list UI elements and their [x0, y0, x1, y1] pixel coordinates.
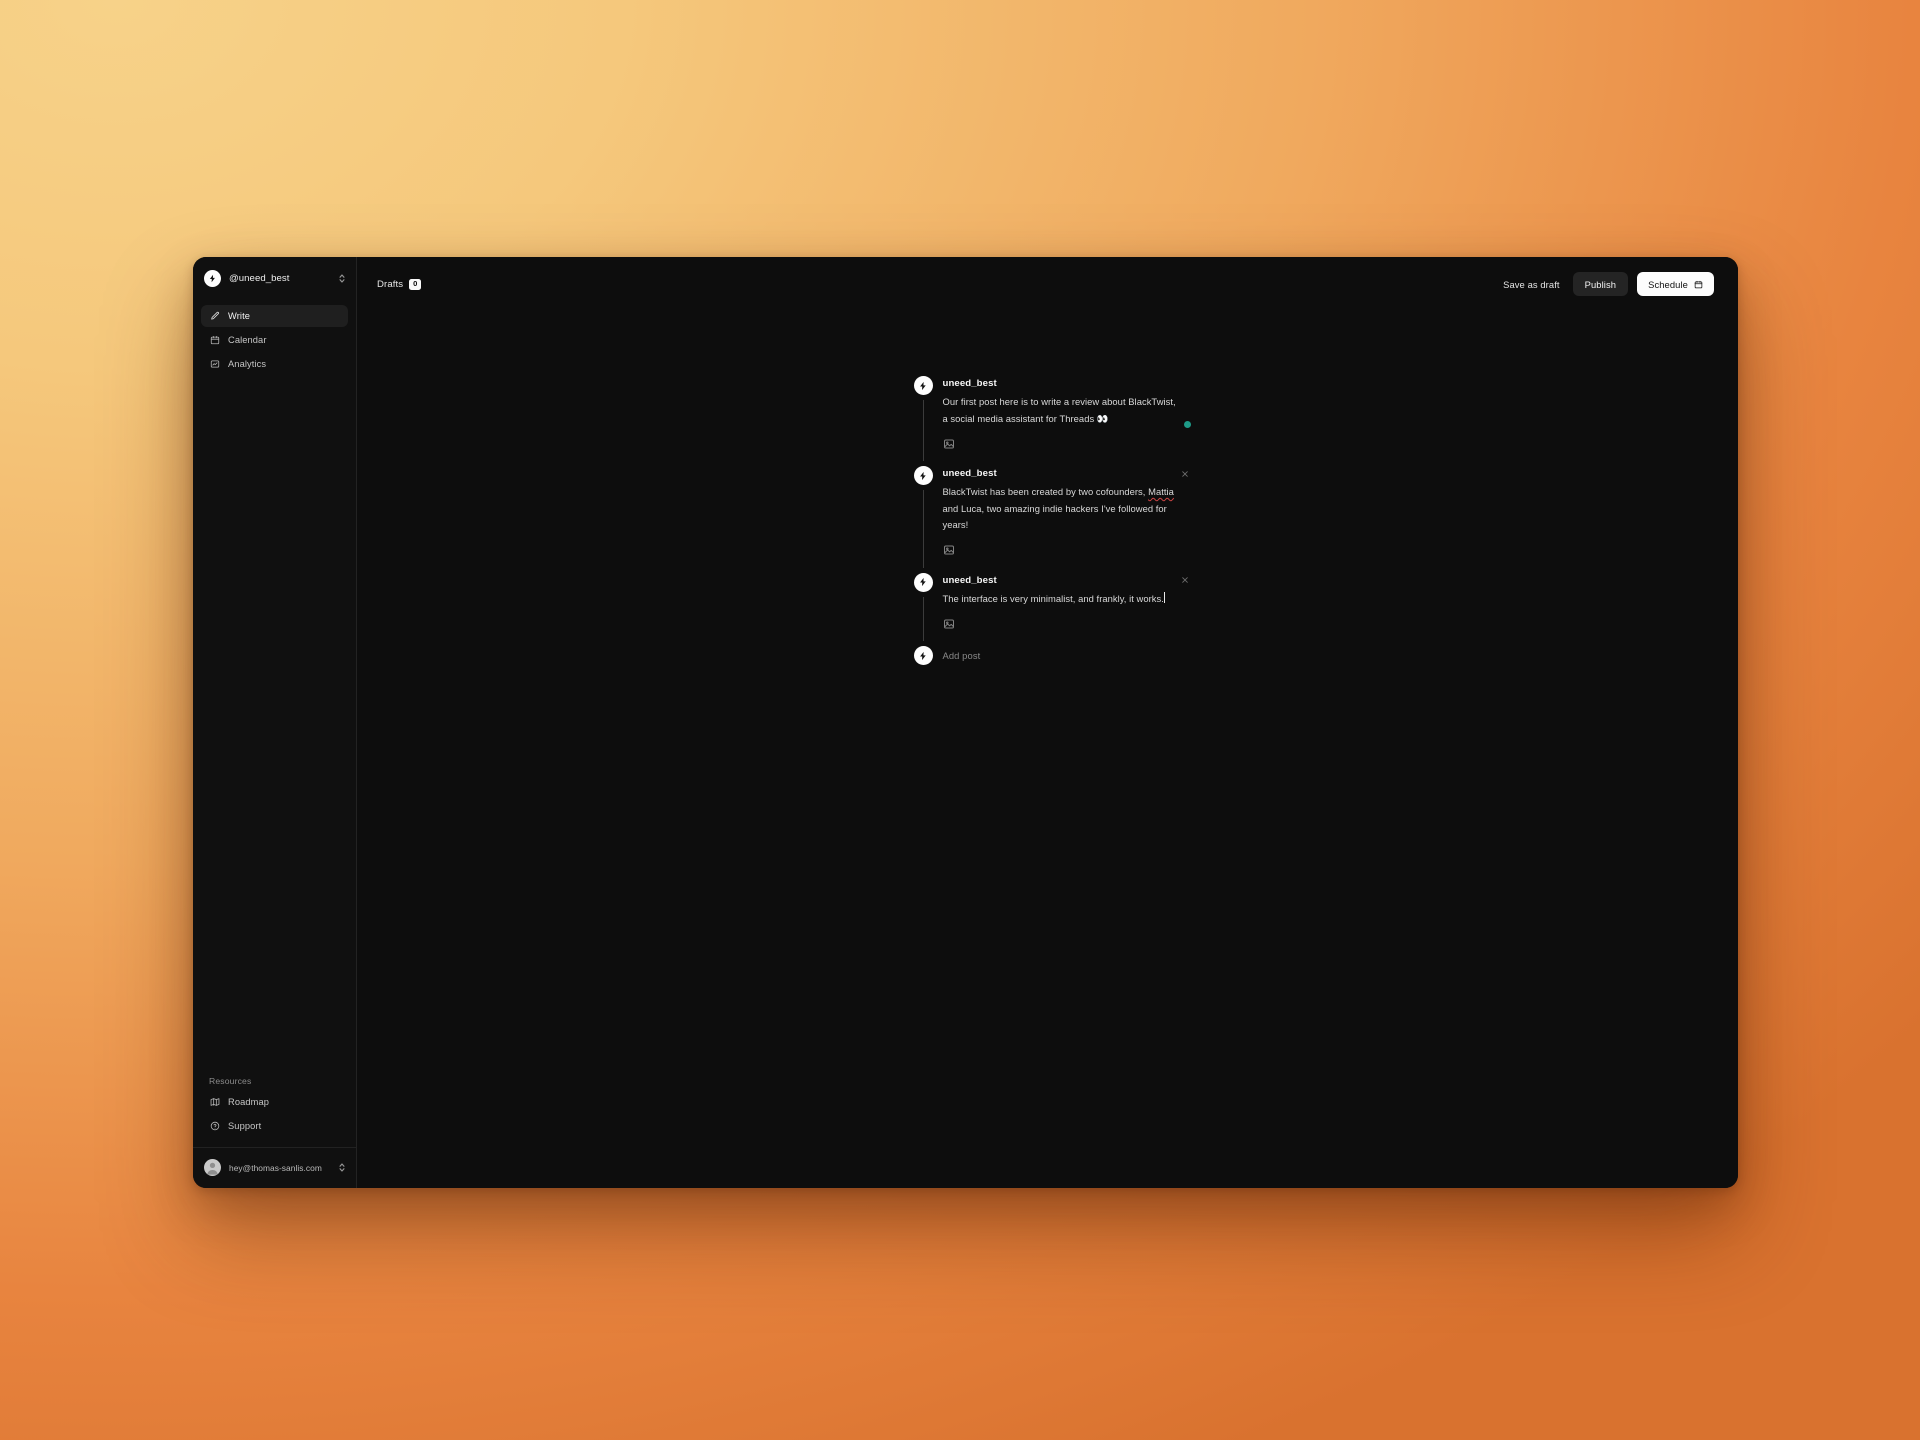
- sidebar-item-label: Roadmap: [228, 1097, 270, 1107]
- account-switcher[interactable]: @uneed_best: [193, 257, 356, 298]
- text-caret: [1164, 591, 1166, 603]
- post-author: uneed_best: [942, 574, 997, 586]
- post-text-editor[interactable]: Our first post here is to write a review…: [943, 394, 1182, 427]
- account-handle: @uneed_best: [229, 273, 290, 284]
- sidebar-item-label: Analytics: [228, 359, 267, 369]
- post-gutter: [913, 376, 933, 463]
- save-as-draft-button[interactable]: Save as draft: [1499, 273, 1564, 296]
- add-post-label: Add post: [942, 650, 981, 661]
- user-email: hey@thomas-sanlis.com: [229, 1162, 322, 1173]
- main-content: Drafts 0 Save as draft Publish Schedule: [357, 257, 1738, 1188]
- close-icon[interactable]: [1180, 468, 1191, 479]
- composer-scroll-area: uneed_best Our first post here is to wri…: [357, 311, 1738, 1188]
- post-toolbar: [943, 544, 1182, 557]
- drafts-count-badge: 0: [409, 278, 422, 290]
- post-text-editor[interactable]: The interface is very minimalist, and fr…: [943, 591, 1182, 608]
- post-author: uneed_best: [942, 378, 997, 389]
- image-icon[interactable]: [943, 544, 956, 557]
- thread-connector-line: [922, 596, 924, 641]
- resources-nav: Roadmap Support: [193, 1091, 356, 1147]
- map-icon: [209, 1097, 220, 1108]
- sidebar: @uneed_best Write Calendar Analytics Res…: [193, 257, 357, 1188]
- app-window: @uneed_best Write Calendar Analytics Res…: [193, 257, 1738, 1188]
- question-circle-icon: [209, 1121, 220, 1132]
- sidebar-item-analytics[interactable]: Analytics: [201, 353, 348, 375]
- calendar-icon: [209, 335, 220, 346]
- post-block: uneed_best Our first post here is to wri…: [913, 376, 1191, 466]
- misspelled-word: Mattia: [1148, 486, 1174, 497]
- sidebar-item-label: Support: [228, 1121, 262, 1131]
- sidebar-item-write[interactable]: Write: [201, 305, 348, 327]
- bolt-icon: [913, 646, 933, 665]
- post-text-editor[interactable]: BlackTwist has been created by two cofou…: [943, 484, 1182, 534]
- post-block: uneed_best The interface is very minimal…: [913, 572, 1188, 647]
- sidebar-item-label: Write: [228, 311, 251, 321]
- post-gutter: [913, 572, 933, 644]
- status-dot: [1183, 421, 1191, 428]
- primary-nav: Write Calendar Analytics: [193, 298, 356, 375]
- bolt-icon: [913, 572, 933, 592]
- drafts-label: Drafts: [377, 278, 404, 290]
- thread-composer: uneed_best Our first post here is to wri…: [913, 376, 1191, 665]
- post-body: uneed_best BlackTwist has been created b…: [942, 466, 1188, 570]
- close-icon[interactable]: [1180, 575, 1191, 586]
- post-body: uneed_best Our first post here is to wri…: [942, 376, 1191, 463]
- image-icon[interactable]: [943, 617, 956, 630]
- thread-connector-line: [922, 490, 924, 568]
- sidebar-item-roadmap[interactable]: Roadmap: [201, 1091, 348, 1113]
- resources-heading: Resources: [209, 1076, 252, 1086]
- post-text-content: Our first post here is to write a review…: [942, 396, 1176, 424]
- toolbar: Drafts 0 Save as draft Publish Schedule: [357, 257, 1738, 311]
- chevron-up-down-icon[interactable]: [338, 273, 346, 284]
- chart-icon: [209, 359, 220, 370]
- post-text-content: The interface is very minimalist, and fr…: [942, 592, 1164, 604]
- schedule-button[interactable]: Schedule: [1637, 272, 1714, 296]
- toolbar-actions: Save as draft Publish Schedule: [1499, 272, 1714, 296]
- add-post-button[interactable]: Add post: [913, 646, 1182, 665]
- image-icon[interactable]: [943, 437, 956, 450]
- chevron-up-down-icon[interactable]: [338, 1162, 346, 1173]
- drafts-button[interactable]: Drafts 0: [377, 278, 422, 290]
- sidebar-item-label: Calendar: [228, 335, 267, 345]
- eyes-emoji: 👀: [1096, 412, 1109, 424]
- post-toolbar: [943, 437, 1182, 450]
- post-text-content: BlackTwist has been created by two cofou…: [942, 486, 1149, 497]
- post-author: uneed_best: [942, 468, 997, 479]
- post-body: uneed_best The interface is very minimal…: [942, 573, 1188, 644]
- pencil-icon: [209, 311, 220, 322]
- bolt-icon: [913, 466, 933, 485]
- schedule-button-label: Schedule: [1648, 278, 1688, 290]
- calendar-icon: [1694, 280, 1703, 289]
- sidebar-item-calendar[interactable]: Calendar: [201, 329, 348, 351]
- publish-button[interactable]: Publish: [1572, 272, 1629, 296]
- bolt-icon: [913, 376, 933, 395]
- user-account-switcher[interactable]: hey@thomas-sanlis.com: [193, 1147, 356, 1188]
- bolt-icon: [204, 270, 221, 287]
- post-toolbar: [943, 617, 1182, 630]
- post-gutter: [913, 466, 933, 570]
- person-icon: [204, 1159, 221, 1176]
- post-block: uneed_best BlackTwist has been created b…: [913, 466, 1188, 573]
- thread-connector-line: [922, 400, 924, 461]
- sidebar-item-support[interactable]: Support: [201, 1115, 348, 1137]
- post-text-content-tail: and Luca, two amazing indie hackers I've…: [942, 502, 1167, 531]
